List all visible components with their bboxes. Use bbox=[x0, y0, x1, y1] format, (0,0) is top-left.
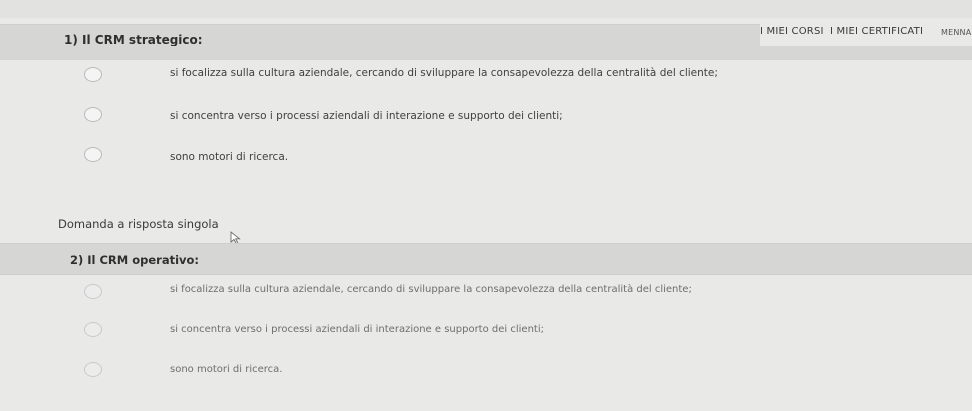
radio-button[interactable] bbox=[84, 362, 102, 377]
nav-user-menu[interactable]: MENNA C bbox=[941, 28, 972, 37]
option-label: si focalizza sulla cultura aziendale, ce… bbox=[170, 67, 718, 79]
radio-button[interactable] bbox=[84, 67, 102, 82]
question-1-option-3[interactable]: sono motori di ricerca. bbox=[84, 147, 784, 167]
question-2-option-1[interactable]: si focalizza sulla cultura aziendale, ce… bbox=[84, 284, 784, 304]
question-2-title: 2) Il CRM operativo: bbox=[70, 253, 200, 267]
radio-button[interactable] bbox=[84, 107, 102, 122]
nav-my-certificates-link[interactable]: I MIEI CERTIFICATI bbox=[830, 26, 923, 37]
option-label: si concentra verso i processi aziendali … bbox=[170, 110, 563, 122]
option-label: sono motori di ricerca. bbox=[170, 364, 283, 375]
option-label: sono motori di ricerca. bbox=[170, 151, 289, 163]
nav-my-courses-link[interactable]: I MIEI CORSI bbox=[760, 26, 824, 37]
question-type-label: Domanda a risposta singola bbox=[58, 217, 219, 231]
radio-button[interactable] bbox=[84, 147, 102, 162]
question-1-title: 1) Il CRM strategico: bbox=[64, 33, 203, 47]
question-2-option-2[interactable]: si concentra verso i processi aziendali … bbox=[84, 322, 784, 342]
top-bar bbox=[0, 0, 972, 18]
radio-button[interactable] bbox=[84, 322, 102, 337]
question-1-header-band bbox=[0, 46, 972, 60]
option-label: si concentra verso i processi aziendali … bbox=[170, 324, 544, 335]
question-2-header: 2) Il CRM operativo: bbox=[0, 243, 972, 275]
question-2-option-3[interactable]: sono motori di ricerca. bbox=[84, 362, 784, 382]
question-1-option-2[interactable]: si concentra verso i processi aziendali … bbox=[84, 107, 784, 127]
radio-button[interactable] bbox=[84, 284, 102, 299]
question-1-option-1[interactable]: si focalizza sulla cultura aziendale, ce… bbox=[84, 67, 784, 87]
option-label: si focalizza sulla cultura aziendale, ce… bbox=[170, 284, 692, 295]
